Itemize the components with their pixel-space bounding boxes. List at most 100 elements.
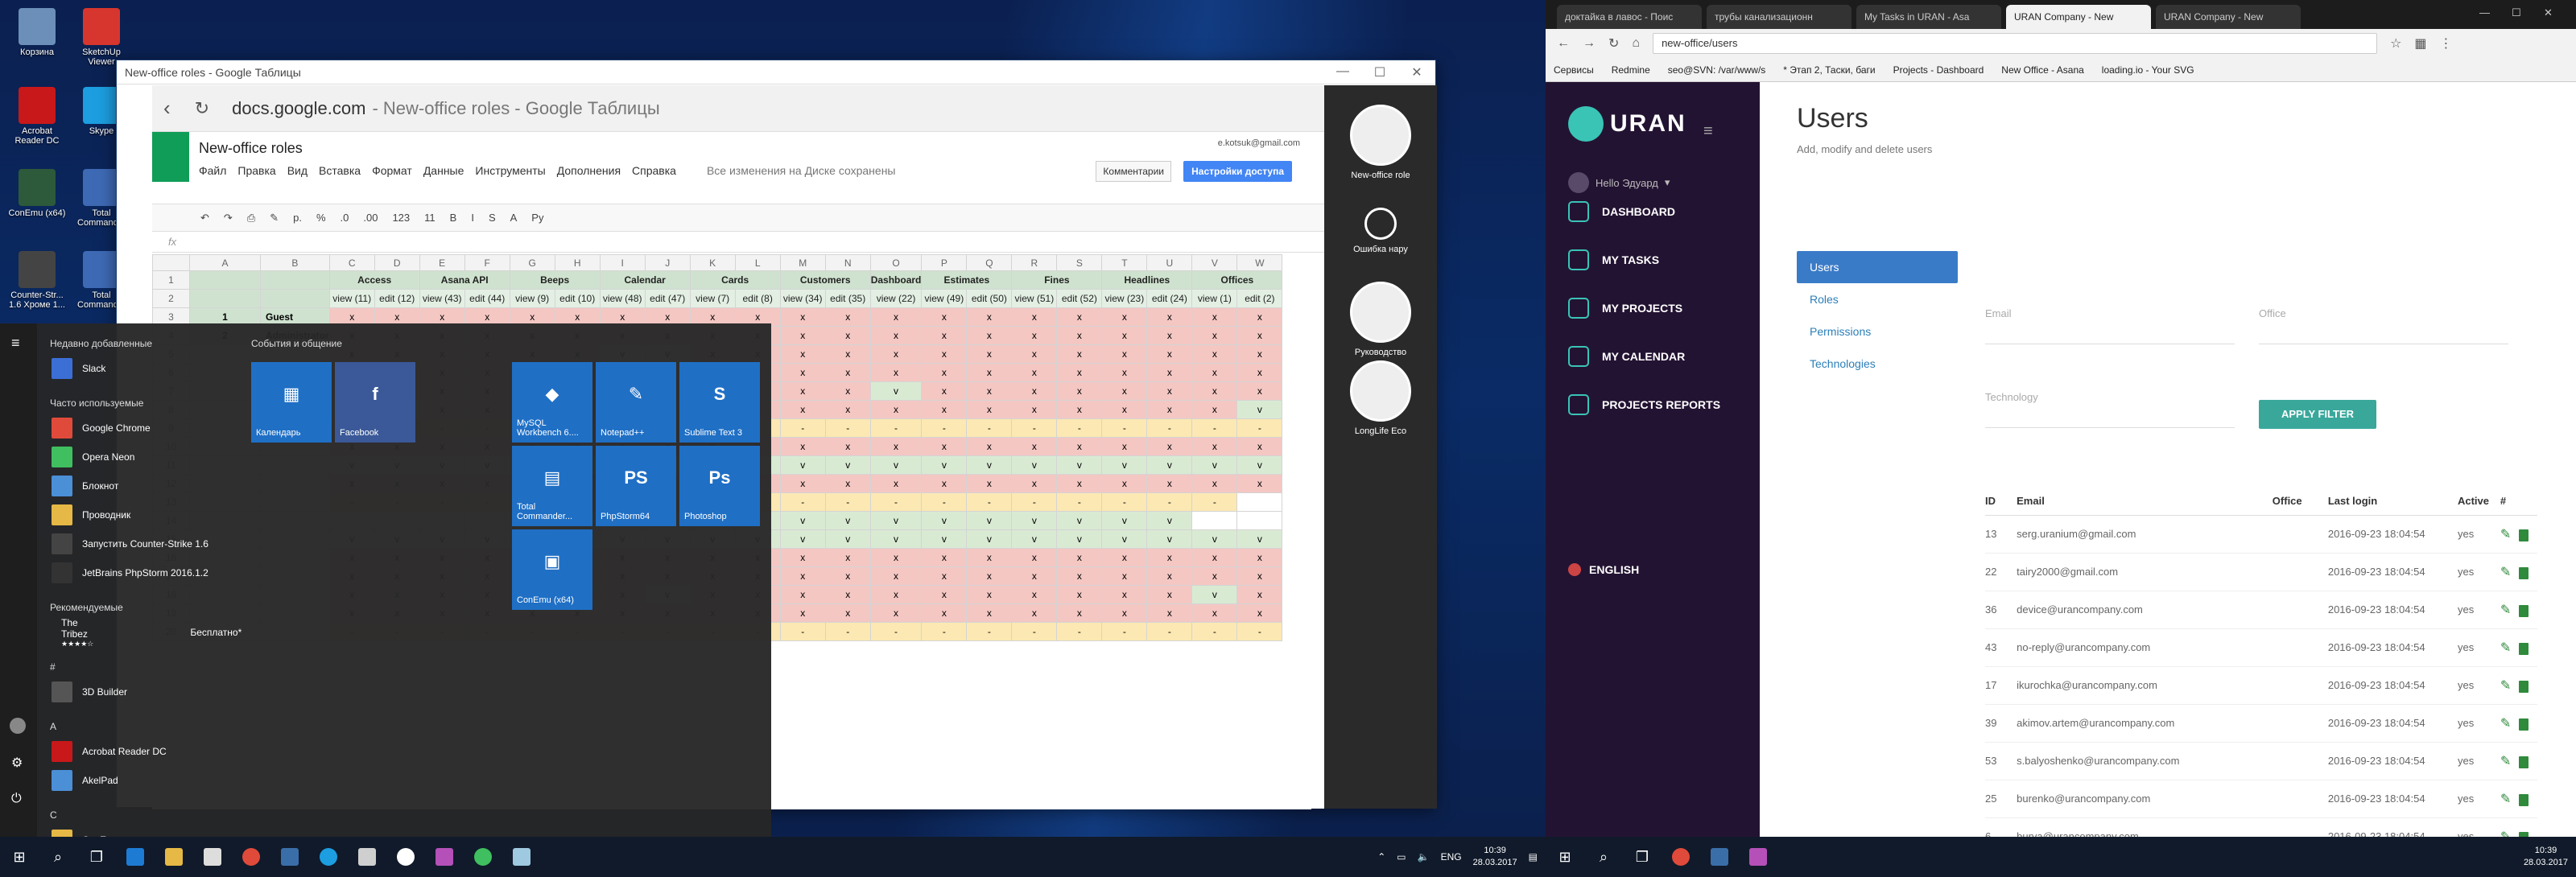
permission-cell[interactable]: x xyxy=(966,566,1013,586)
permission-cell[interactable]: v xyxy=(1146,455,1193,475)
permission-cell[interactable]: x xyxy=(1146,548,1193,567)
permission-cell[interactable]: x xyxy=(1011,566,1058,586)
permission-cell[interactable]: v xyxy=(1236,529,1283,549)
permission-cell[interactable]: x xyxy=(779,548,826,567)
permission-cell[interactable]: x xyxy=(1191,381,1238,401)
permission-cell[interactable]: v xyxy=(869,511,923,530)
column-header[interactable]: S xyxy=(1056,254,1103,271)
uran-logo[interactable]: URAN xyxy=(1568,106,1686,142)
permission-cell[interactable]: x xyxy=(1146,307,1193,327)
permission-cell[interactable]: x xyxy=(921,400,968,419)
letter-header[interactable]: # xyxy=(45,647,238,677)
permission-cell[interactable]: v xyxy=(869,455,923,475)
permission-cell[interactable]: x xyxy=(1236,585,1283,604)
close-icon[interactable]: ✕ xyxy=(1398,64,1435,80)
bookmark-item[interactable]: loading.io - Your SVG xyxy=(2102,64,2194,76)
sidebar-item-projects-reports[interactable]: PROJECTS REPORTS xyxy=(1568,394,1720,415)
start-app-item[interactable]: Slack xyxy=(45,354,238,383)
permission-cell[interactable]: x xyxy=(1146,603,1193,623)
start-app-item[interactable]: Запустить Counter-Strike 1.6 xyxy=(45,529,238,558)
permission-cell[interactable]: x xyxy=(921,344,968,364)
start-tile[interactable]: f Facebook xyxy=(335,362,415,443)
mysql-workbench-icon[interactable] xyxy=(270,837,309,877)
permission-header[interactable]: view (7) xyxy=(689,289,736,308)
phpstorm-icon[interactable] xyxy=(425,837,464,877)
column-header[interactable]: M xyxy=(779,254,826,271)
permission-cell[interactable]: - xyxy=(921,622,968,641)
windows-start-icon[interactable]: ⊞ xyxy=(0,837,39,877)
grid-cell[interactable] xyxy=(260,270,330,290)
menu-item[interactable]: Вставка xyxy=(319,164,361,177)
side-panel-item[interactable]: New-office role xyxy=(1340,105,1421,180)
permission-cell[interactable]: x xyxy=(1191,400,1238,419)
desktop-icon[interactable]: ConEmu (x64) xyxy=(8,169,66,218)
permission-cell[interactable]: - xyxy=(1191,492,1238,512)
permission-cell[interactable]: - xyxy=(1146,492,1193,512)
permission-header[interactable]: edit (2) xyxy=(1236,289,1283,308)
permission-cell[interactable]: - xyxy=(1146,418,1193,438)
bookmark-item[interactable]: * Этап 2, Таски, баги xyxy=(1783,64,1875,76)
permission-cell[interactable]: v xyxy=(1146,529,1193,549)
bookmark-star-icon[interactable]: ☆ xyxy=(2390,35,2401,51)
permission-cell[interactable]: v xyxy=(779,529,826,549)
permission-cell[interactable]: x xyxy=(921,603,968,623)
start-tile[interactable]: PS PhpStorm64 xyxy=(596,446,676,526)
edit-icon[interactable]: ✎ xyxy=(2500,793,2511,806)
permission-header[interactable]: edit (52) xyxy=(1056,289,1103,308)
explorer-icon[interactable] xyxy=(155,837,193,877)
edit-icon[interactable]: ✎ xyxy=(2500,679,2511,693)
permission-cell[interactable]: - xyxy=(966,418,1013,438)
permission-cell[interactable]: x xyxy=(869,363,923,382)
permission-cell[interactable]: x xyxy=(779,437,826,456)
permission-cell[interactable]: x xyxy=(1146,566,1193,586)
sidebar-item-dashboard[interactable]: DASHBOARD xyxy=(1568,201,1675,222)
permission-cell[interactable]: x xyxy=(824,307,871,327)
maximize-icon[interactable]: ☐ xyxy=(1361,64,1398,80)
permission-cell[interactable]: - xyxy=(1191,622,1238,641)
bookmark-item[interactable]: Projects - Dashboard xyxy=(1893,64,1984,76)
notifications-icon[interactable]: ▤ xyxy=(1529,851,1538,863)
sidebar-item-my-projects[interactable]: MY PROJECTS xyxy=(1568,298,1682,319)
permission-cell[interactable]: x xyxy=(1236,603,1283,623)
formula-bar[interactable]: fx xyxy=(152,232,1324,253)
permission-cell[interactable]: x xyxy=(1191,566,1238,586)
address-domain[interactable]: docs.google.com xyxy=(232,98,365,119)
permission-cell[interactable]: x xyxy=(1056,344,1103,364)
permission-cell[interactable]: x xyxy=(779,363,826,382)
permission-cell[interactable]: x xyxy=(779,326,826,345)
column-header[interactable]: I xyxy=(599,254,646,271)
column-header[interactable]: W xyxy=(1236,254,1283,271)
column-header[interactable]: D xyxy=(374,254,420,271)
permission-cell[interactable]: x xyxy=(966,326,1013,345)
permission-cell[interactable]: x xyxy=(1236,307,1283,327)
permission-cell[interactable]: x xyxy=(1101,548,1148,567)
permission-cell[interactable]: x xyxy=(1191,603,1238,623)
sidebar-item-my-calendar[interactable]: MY CALENDAR xyxy=(1568,346,1685,367)
permission-cell[interactable]: x xyxy=(1101,437,1148,456)
permission-cell[interactable]: x xyxy=(921,566,968,586)
permission-cell[interactable]: - xyxy=(1146,622,1193,641)
permission-cell[interactable]: - xyxy=(1056,622,1103,641)
permission-cell[interactable]: - xyxy=(869,418,923,438)
permission-cell[interactable]: x xyxy=(824,603,871,623)
menu-item[interactable]: Инструменты xyxy=(475,164,545,177)
permission-cell[interactable]: x xyxy=(779,585,826,604)
permission-cell[interactable] xyxy=(1236,511,1283,530)
permission-cell[interactable]: - xyxy=(1011,492,1058,512)
permission-cell[interactable]: v xyxy=(869,381,923,401)
permission-cell[interactable]: x xyxy=(824,474,871,493)
column-header[interactable]: T xyxy=(1101,254,1148,271)
sheets-logo-icon[interactable] xyxy=(152,132,189,182)
permission-header[interactable]: view (22) xyxy=(869,289,923,308)
permission-cell[interactable]: x xyxy=(1101,566,1148,586)
permission-cell[interactable]: x xyxy=(869,548,923,567)
menu-item[interactable]: Вид xyxy=(287,164,308,177)
corner-cell[interactable] xyxy=(152,254,190,271)
app2-icon[interactable] xyxy=(502,837,541,877)
desktop-icon[interactable]: Acrobat Reader DC xyxy=(8,87,66,146)
permission-cell[interactable]: x xyxy=(1011,603,1058,623)
paint-format-icon[interactable]: ✎ xyxy=(270,212,279,224)
permission-cell[interactable]: x xyxy=(1011,363,1058,382)
row-number[interactable]: 2 xyxy=(152,289,190,308)
permission-cell[interactable]: x xyxy=(966,381,1013,401)
